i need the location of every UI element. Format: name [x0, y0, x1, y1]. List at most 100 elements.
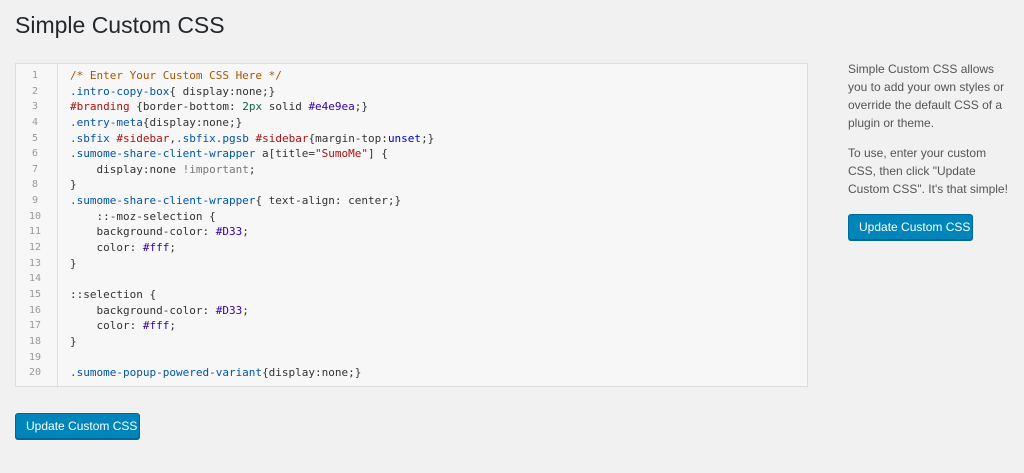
code-token: "SumoMe"	[315, 147, 369, 161]
line-number: 7	[31, 163, 39, 175]
code-line[interactable]: 20 .sumome-popup-powered-variant{display:…	[29, 365, 807, 381]
line-number: 6	[31, 148, 39, 160]
code-text: ::-moz-selection {	[70, 209, 216, 225]
update-custom-css-button-sidebar[interactable]: Update Custom CSS	[848, 214, 973, 240]
line-number: 4	[31, 116, 39, 128]
code-token: #fff	[142, 319, 170, 333]
code-token: .sumome-popup-powered-variant	[70, 366, 263, 380]
code-text: .sumome-share-client-wrapper{ text-align…	[70, 193, 401, 209]
line-number: 8	[31, 179, 39, 191]
code-token: }	[70, 256, 77, 270]
code-token: .sumome-share-client-wrapper	[70, 194, 256, 208]
line-number: 13	[28, 257, 42, 269]
code-line[interactable]: 9 .sumome-share-client-wrapper{ text-alig…	[32, 193, 807, 209]
code-text: .intro-copy-box{ display:none;}	[70, 84, 275, 100]
line-number: 17	[28, 320, 42, 332]
code-line[interactable]: 2 .intro-copy-box{ display:none;}	[32, 84, 807, 100]
code-line[interactable]: 8}	[32, 177, 807, 193]
code-token: {border-bottom:	[129, 100, 243, 114]
code-text: background-color: #D33;	[70, 303, 249, 319]
line-number: 9	[31, 195, 39, 207]
code-token: ,	[169, 131, 176, 145]
code-token: #fff	[142, 241, 170, 255]
page-title: Simple Custom CSS	[15, 12, 225, 38]
code-token: 2px	[242, 100, 263, 114]
code-token: #D33	[215, 225, 243, 239]
line-number: 5	[31, 132, 39, 144]
line-number: 3	[31, 101, 39, 113]
code-token: display:none	[70, 162, 183, 176]
line-number: 10	[28, 210, 42, 222]
code-token: ;	[242, 225, 249, 239]
code-token: background-color:	[70, 303, 216, 317]
code-token: color:	[70, 319, 143, 333]
line-number: 14	[28, 273, 42, 285]
code-line[interactable]: 4 .entry-meta{display:none;}	[32, 115, 807, 131]
css-code-editor[interactable]: 1 /* Enter Your Custom CSS Here */ 2 .intro…	[15, 63, 808, 387]
code-text: ::selection {	[70, 287, 156, 303]
code-line[interactable]: 17 color: #fff;	[29, 318, 807, 334]
code-line[interactable]: 6 .sumome-share-client-wrapper a[title="S…	[32, 146, 807, 162]
line-number: 20	[28, 367, 42, 379]
code-token: /* Enter Your Custom CSS Here */	[70, 69, 282, 82]
code-text: }	[70, 177, 77, 193]
code-token: .sbfix	[70, 131, 110, 145]
code-text: .entry-meta{display:none;}	[70, 115, 242, 131]
code-token: .sbfix.pgsb	[175, 131, 249, 145]
code-token: ;	[242, 303, 249, 317]
code-token: #D33	[215, 303, 243, 317]
code-line[interactable]: 19	[29, 350, 807, 366]
code-line[interactable]: 3 #branding {border-bottom: 2px solid #e4…	[32, 99, 807, 115]
code-line[interactable]: 12 color: #fff;	[29, 240, 807, 256]
line-number: 16	[28, 304, 42, 316]
code-text: background-color: #D33;	[70, 224, 249, 240]
code-token: background-color:	[70, 225, 216, 239]
code-token: {display:none;}	[142, 115, 243, 129]
code-line[interactable]: 14	[29, 271, 807, 287]
code-token: #branding	[70, 100, 130, 114]
code-token: }	[70, 334, 77, 348]
line-number: 1	[31, 70, 39, 81]
code-token: { text-align: center;}	[255, 194, 402, 208]
code-token: color:	[70, 241, 143, 255]
code-text: .sbfix #sidebar,.sbfix.pgsb #sidebar{mar…	[70, 131, 434, 147]
code-line[interactable]: 18}	[29, 334, 807, 350]
code-area[interactable]: 1 /* Enter Your Custom CSS Here */ 2 .intro…	[29, 64, 807, 386]
description-paragraph-intro: Simple Custom CSS allows you to add your…	[848, 62, 1005, 130]
code-line[interactable]: 10 ::-moz-selection {	[29, 209, 807, 225]
code-line[interactable]: 13}	[29, 256, 807, 272]
code-token: .entry-meta	[70, 115, 143, 129]
line-number: 15	[28, 288, 42, 300]
code-token: unset	[387, 131, 422, 145]
code-line[interactable]: 16 background-color: #D33;	[29, 303, 807, 319]
code-token: ::-moz-selection {	[70, 209, 216, 223]
code-token: #e4e9ea	[308, 100, 355, 114]
code-text: }	[70, 334, 77, 350]
code-line[interactable]: 15::selection {	[29, 287, 807, 303]
code-token: {margin-top:	[308, 131, 388, 145]
code-lines[interactable]: 1 /* Enter Your Custom CSS Here */ 2 .intro…	[29, 68, 807, 381]
code-token: ::selection {	[70, 287, 157, 301]
code-line[interactable]: 1 /* Enter Your Custom CSS Here */	[32, 68, 807, 84]
code-token: ;	[169, 319, 176, 333]
code-token: !important	[182, 162, 249, 176]
line-number: 18	[28, 335, 42, 347]
code-token: #sidebar	[116, 131, 170, 145]
code-token: .intro-copy-box	[70, 84, 170, 98]
code-token: ;}	[421, 131, 435, 145]
code-text: .sumome-share-client-wrapper a[title="Su…	[70, 146, 388, 162]
code-token: #sidebar	[255, 131, 309, 145]
code-token: { display:none;}	[169, 84, 276, 98]
code-line[interactable]: 5 .sbfix #sidebar,.sbfix.pgsb #sidebar{ma…	[32, 131, 807, 147]
line-number: 19	[28, 351, 42, 363]
line-number: 2	[31, 85, 39, 97]
code-line[interactable]: 7 display:none !important;	[32, 162, 807, 178]
code-token: a[title=	[255, 147, 316, 161]
update-custom-css-button[interactable]: Update Custom CSS	[15, 413, 140, 439]
code-text: color: #fff;	[70, 240, 176, 256]
code-token: }	[70, 178, 77, 192]
code-token: solid	[262, 100, 309, 114]
code-text: color: #fff;	[70, 318, 176, 334]
code-token: .sumome-share-client-wrapper	[70, 147, 256, 161]
code-line[interactable]: 11 background-color: #D33;	[29, 224, 807, 240]
